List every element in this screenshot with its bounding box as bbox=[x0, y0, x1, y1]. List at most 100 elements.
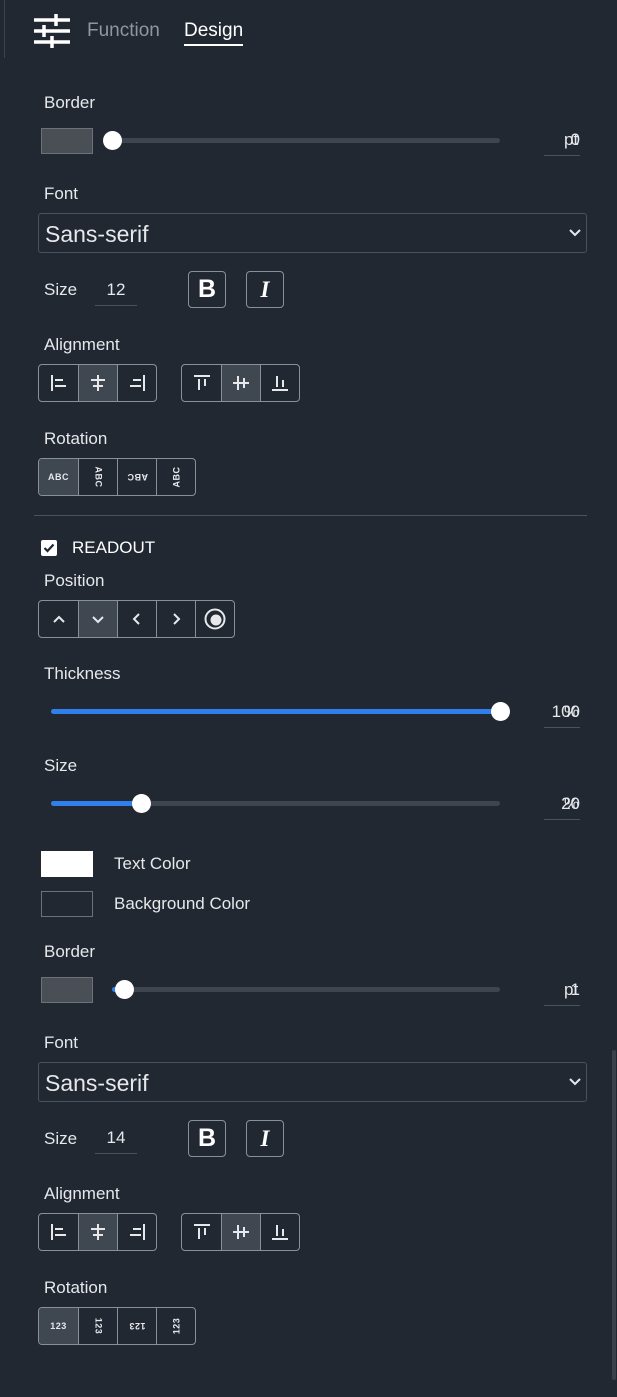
border-slider[interactable] bbox=[103, 131, 500, 150]
position-down-button[interactable] bbox=[78, 601, 117, 637]
rotation-270-text: ABC bbox=[171, 466, 181, 488]
readout-checkbox[interactable] bbox=[41, 540, 57, 556]
position-right-button[interactable] bbox=[156, 601, 195, 637]
border-label: Border bbox=[44, 93, 96, 112]
italic-button[interactable]: I bbox=[246, 271, 284, 308]
align-right-button[interactable] bbox=[117, 365, 156, 401]
horizontal-alignment-group bbox=[38, 364, 157, 402]
align-left-icon bbox=[50, 1224, 66, 1240]
readout-size-slider-knob[interactable] bbox=[131, 794, 151, 813]
readout-font-select-value: Sans-serif bbox=[45, 1070, 149, 1096]
readout-label[interactable]: READOUT bbox=[72, 538, 155, 558]
readout-align-bottom-button[interactable] bbox=[260, 1214, 299, 1250]
rotation-270-button[interactable]: ABC bbox=[156, 459, 195, 495]
readout-size-unit: % bbox=[564, 794, 580, 813]
readout-rotation-180-button[interactable]: 123 bbox=[117, 1308, 156, 1344]
rotation-90-text: ABC bbox=[93, 466, 103, 488]
thickness-slider-fill bbox=[51, 709, 500, 714]
rotation-label: Rotation bbox=[44, 429, 108, 448]
panel-divider bbox=[4, 0, 5, 58]
tab-design[interactable]: Design bbox=[184, 20, 244, 46]
readout-align-top-button[interactable] bbox=[182, 1214, 221, 1250]
border-unit: pt bbox=[564, 130, 579, 149]
bold-icon: B bbox=[197, 275, 217, 303]
readout-border-unit: pt bbox=[564, 980, 579, 999]
position-center-button[interactable] bbox=[195, 601, 234, 637]
chevron-right-icon bbox=[173, 613, 181, 625]
italic-icon: I bbox=[260, 1125, 270, 1151]
readout-vertical-alignment-group bbox=[181, 1213, 300, 1251]
thickness-label: Thickness bbox=[44, 664, 121, 683]
rotation-180-button[interactable]: ABC bbox=[117, 459, 156, 495]
readout-font-size-input[interactable]: 14 bbox=[95, 1128, 137, 1154]
readout-rotation-270-text: 123 bbox=[171, 1317, 181, 1335]
align-center-icon bbox=[91, 1224, 105, 1240]
position-label: Position bbox=[44, 571, 105, 590]
readout-font-label: Font bbox=[44, 1033, 79, 1052]
readout-rotation-270-button[interactable]: 123 bbox=[156, 1308, 195, 1344]
tab-function[interactable]: Function bbox=[87, 20, 160, 42]
align-center-button[interactable] bbox=[78, 365, 117, 401]
thickness-slider[interactable] bbox=[51, 702, 510, 721]
font-label: Font bbox=[44, 184, 79, 203]
border-slider-knob[interactable] bbox=[103, 131, 122, 150]
text-color-label: Text Color bbox=[114, 854, 191, 873]
align-center-icon bbox=[91, 375, 105, 391]
size-input[interactable]: 12 bbox=[95, 280, 137, 306]
align-top-icon bbox=[193, 375, 210, 390]
align-top-icon bbox=[193, 1224, 210, 1239]
readout-rotation-group: 123 123 123 123 bbox=[38, 1307, 196, 1345]
readout-rotation-0-button[interactable]: 123 bbox=[39, 1308, 78, 1344]
readout-rotation-label: Rotation bbox=[44, 1278, 108, 1297]
background-color-swatch[interactable] bbox=[41, 891, 93, 917]
alignment-label: Alignment bbox=[44, 335, 120, 354]
readout-border-slider[interactable] bbox=[112, 980, 500, 999]
position-group bbox=[38, 600, 235, 638]
readout-alignment-label: Alignment bbox=[44, 1184, 120, 1203]
checkmark-icon bbox=[43, 543, 55, 553]
align-right-icon bbox=[130, 375, 145, 391]
readout-italic-button[interactable]: I bbox=[246, 1120, 284, 1157]
readout-align-middle-button[interactable] bbox=[221, 1214, 260, 1250]
thickness-slider-knob[interactable] bbox=[491, 702, 510, 721]
readout-font-select[interactable]: Sans-serif bbox=[38, 1062, 587, 1102]
readout-horizontal-alignment-group bbox=[38, 1213, 157, 1251]
thickness-unit: % bbox=[564, 702, 580, 721]
align-middle-icon bbox=[233, 376, 249, 390]
sliders-icon bbox=[34, 14, 70, 48]
text-color-swatch[interactable] bbox=[41, 851, 93, 877]
readout-border-color-swatch[interactable] bbox=[41, 977, 93, 1003]
border-color-swatch[interactable] bbox=[41, 128, 93, 154]
rotation-90-button[interactable]: ABC bbox=[78, 459, 117, 495]
readout-border-slider-knob[interactable] bbox=[114, 980, 134, 999]
align-top-button[interactable] bbox=[182, 365, 221, 401]
align-left-button[interactable] bbox=[39, 365, 78, 401]
readout-align-right-button[interactable] bbox=[117, 1214, 156, 1250]
readout-font-size-label: Size bbox=[44, 1129, 78, 1148]
position-up-button[interactable] bbox=[39, 601, 78, 637]
background-color-label: Background Color bbox=[114, 894, 251, 913]
bold-icon: B bbox=[197, 1124, 217, 1152]
circle-target-icon bbox=[204, 608, 226, 630]
readout-rotation-90-button[interactable]: 123 bbox=[78, 1308, 117, 1344]
chevron-down-icon bbox=[569, 229, 581, 237]
readout-size-label: Size bbox=[44, 756, 78, 775]
readout-size-slider[interactable] bbox=[51, 794, 500, 813]
font-select[interactable]: Sans-serif bbox=[38, 213, 587, 253]
chevron-down-icon bbox=[569, 1078, 581, 1086]
position-left-button[interactable] bbox=[117, 601, 156, 637]
align-middle-button[interactable] bbox=[221, 365, 260, 401]
chevron-up-icon bbox=[52, 615, 65, 623]
readout-align-center-button[interactable] bbox=[78, 1214, 117, 1250]
size-label: Size bbox=[44, 280, 78, 299]
bold-button[interactable]: B bbox=[188, 271, 226, 308]
chevron-down-icon bbox=[92, 616, 104, 624]
align-middle-icon bbox=[233, 1225, 249, 1239]
scrollbar[interactable] bbox=[612, 1050, 616, 1380]
align-bottom-button[interactable] bbox=[260, 365, 299, 401]
readout-align-left-button[interactable] bbox=[39, 1214, 78, 1250]
rotation-0-button[interactable]: ABC bbox=[39, 459, 78, 495]
readout-bold-button[interactable]: B bbox=[188, 1120, 226, 1157]
readout-rotation-0-text: 123 bbox=[50, 1321, 67, 1331]
align-bottom-icon bbox=[272, 376, 288, 391]
